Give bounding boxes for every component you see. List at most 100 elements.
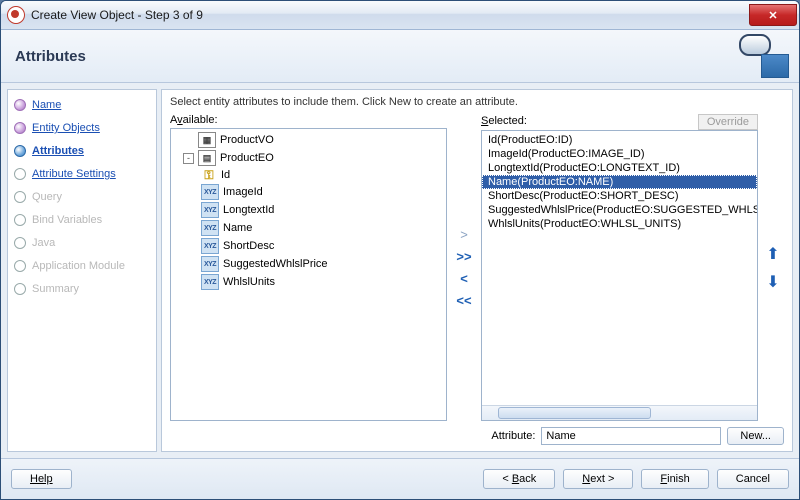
shuttle-panes: Available: ▦ProductVO-▤ProductEO⚿IdXYZIm…: [170, 114, 784, 421]
move-up-button[interactable]: ⬆: [766, 244, 779, 264]
selected-label: Selected:: [481, 115, 694, 127]
app-icon: [7, 6, 25, 24]
selected-column: Selected: Override Id(ProductEO:ID)Image…: [481, 114, 758, 421]
nav-step-label: Query: [32, 191, 62, 203]
nav-step-0[interactable]: Name: [12, 96, 152, 114]
nav-bullet: [14, 168, 26, 180]
nav-step-5: Bind Variables: [12, 211, 152, 229]
remove-button[interactable]: <: [454, 271, 474, 287]
entity-object-icon: ▤: [198, 150, 216, 166]
nav-bullet: [14, 99, 26, 111]
tree-row[interactable]: XYZ SuggestedWhlslPrice: [171, 255, 446, 273]
tree-row-label: SuggestedWhlslPrice: [223, 258, 328, 270]
nav-step-4: Query: [12, 188, 152, 206]
close-button[interactable]: ✕: [749, 4, 797, 26]
help-button[interactable]: Help: [11, 469, 72, 489]
nav-step-2[interactable]: Attributes: [12, 142, 152, 160]
tree-row[interactable]: XYZ LongtextId: [171, 201, 446, 219]
wizard-header: Attributes: [1, 30, 799, 83]
nav-step-label: Name: [32, 99, 61, 111]
attribute-icon: XYZ: [201, 220, 219, 236]
nav-step-label: Application Module: [32, 260, 125, 272]
cancel-button[interactable]: Cancel: [717, 469, 789, 489]
tree-row[interactable]: ▦ ProductVO: [171, 131, 446, 149]
tree-row-label: ProductVO: [220, 134, 274, 146]
selected-list[interactable]: Id(ProductEO:ID)ImageId(ProductEO:IMAGE_…: [481, 130, 758, 421]
tree-row-label: Id: [221, 169, 230, 181]
available-label: Available:: [170, 114, 447, 126]
tree-row-label: ShortDesc: [223, 240, 274, 252]
nav-step-3[interactable]: Attribute Settings: [12, 165, 152, 183]
back-button[interactable]: < Back: [483, 469, 555, 489]
tree-row-label: WhlslUnits: [223, 276, 275, 288]
selected-row[interactable]: Id(ProductEO:ID): [482, 133, 757, 147]
nav-step-label: Entity Objects: [32, 122, 100, 134]
nav-bullet: [14, 145, 26, 157]
tree-row-label: Name: [223, 222, 252, 234]
tree-row-label: LongtextId: [223, 204, 274, 216]
nav-bullet: [14, 237, 26, 249]
attribute-icon: XYZ: [201, 256, 219, 272]
window-title: Create View Object - Step 3 of 9: [31, 8, 749, 22]
nav-bullet: [14, 283, 26, 295]
move-down-button[interactable]: ⬇: [766, 272, 779, 292]
nav-step-8: Summary: [12, 280, 152, 298]
override-button: Override: [698, 114, 758, 130]
selected-row[interactable]: ShortDesc(ProductEO:SHORT_DESC): [482, 189, 757, 203]
selected-row[interactable]: ImageId(ProductEO:IMAGE_ID): [482, 147, 757, 161]
remove-all-button[interactable]: <<: [454, 293, 474, 309]
nav-step-label: Bind Variables: [32, 214, 102, 226]
attribute-icon: XYZ: [201, 184, 219, 200]
tree-row[interactable]: XYZ ShortDesc: [171, 237, 446, 255]
next-button[interactable]: Next >: [563, 469, 633, 489]
attribute-input[interactable]: [541, 427, 721, 445]
available-tree[interactable]: ▦ProductVO-▤ProductEO⚿IdXYZImageIdXYZLon…: [170, 128, 447, 421]
add-all-button[interactable]: >>: [454, 249, 474, 265]
wizard-footer: Help < Back Next > Finish Cancel: [1, 458, 799, 499]
nav-step-6: Java: [12, 234, 152, 252]
nav-bullet: [14, 214, 26, 226]
tree-row[interactable]: XYZ Name: [171, 219, 446, 237]
nav-step-7: Application Module: [12, 257, 152, 275]
selected-row[interactable]: Name(ProductEO:NAME): [482, 175, 757, 189]
tree-row-label: ProductEO: [220, 152, 274, 164]
key-icon: ⚿: [201, 168, 217, 182]
add-button[interactable]: >: [454, 227, 474, 243]
shuttle-buttons: > >> < <<: [451, 114, 477, 421]
selected-row[interactable]: LongtextId(ProductEO:LONGTEXT_ID): [482, 161, 757, 175]
tree-row[interactable]: XYZ WhlslUnits: [171, 273, 446, 291]
page-title: Attributes: [15, 48, 86, 65]
horizontal-scrollbar[interactable]: [482, 405, 757, 420]
nav-bullet: [14, 122, 26, 134]
nav-step-1[interactable]: Entity Objects: [12, 119, 152, 137]
nav-step-label: Java: [32, 237, 55, 249]
attribute-row: Attribute: New...: [170, 427, 784, 445]
attribute-icon: XYZ: [201, 274, 219, 290]
nav-bullet: [14, 260, 26, 272]
title-bar: Create View Object - Step 3 of 9 ✕: [1, 1, 799, 30]
tree-row[interactable]: -▤ ProductEO: [171, 149, 446, 167]
attribute-icon: XYZ: [201, 202, 219, 218]
nav-step-label: Attribute Settings: [32, 168, 116, 180]
expander-icon[interactable]: -: [183, 153, 194, 164]
tree-row[interactable]: XYZImageId: [171, 183, 446, 201]
available-column: Available: ▦ ProductVO -▤ ProductEO⚿ Id XYZIm…: [170, 114, 447, 421]
nav-bullet: [14, 191, 26, 203]
finish-button[interactable]: Finish: [641, 469, 708, 489]
new-attribute-button[interactable]: New...: [727, 427, 784, 445]
wizard-window: Create View Object - Step 3 of 9 ✕ Attri…: [0, 0, 800, 500]
attribute-label: Attribute:: [491, 430, 535, 442]
selected-row[interactable]: WhlslUnits(ProductEO:WHLSL_UNITS): [482, 217, 757, 231]
tree-row[interactable]: ⚿ Id: [171, 167, 446, 183]
attribute-icon: XYZ: [201, 238, 219, 254]
selected-row[interactable]: SuggestedWhlslPrice(ProductEO:SUGGESTED_…: [482, 203, 757, 217]
step-nav: Name Entity Objects Attributes Attribute Se…: [7, 89, 157, 452]
nav-step-label: Summary: [32, 283, 79, 295]
header-decoration: [729, 34, 789, 78]
order-buttons: ⬆ ⬇: [762, 114, 784, 421]
instruction-text: Select entity attributes to include them…: [170, 96, 784, 108]
main-panel: Select entity attributes to include them…: [161, 89, 793, 452]
nav-step-label: Attributes: [32, 145, 84, 157]
view-object-icon: ▦: [198, 132, 216, 148]
wizard-body: Name Entity Objects Attributes Attribute Se…: [1, 83, 799, 458]
